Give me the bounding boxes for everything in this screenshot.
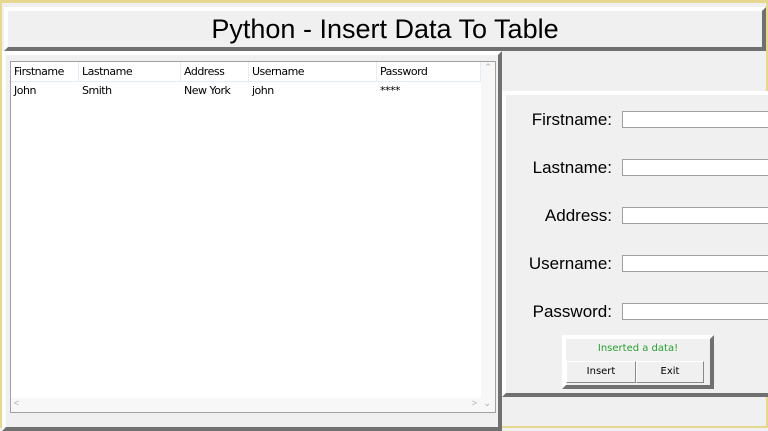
password-label: Password: <box>532 302 612 321</box>
form-frame: Firstname: Lastname: Address: Username: … <box>502 91 768 397</box>
title-banner: Python - Insert Data To Table <box>4 7 766 51</box>
column-header[interactable]: Firstname <box>11 62 79 81</box>
password-input[interactable] <box>622 303 768 320</box>
lastname-input[interactable] <box>622 159 768 176</box>
horizontal-scrollbar[interactable]: < > ⌄ <box>11 398 495 412</box>
scroll-up-icon[interactable]: ⌃ <box>484 62 492 72</box>
column-header[interactable]: Password <box>377 62 481 81</box>
lastname-label: Lastname: <box>532 158 612 177</box>
username-label: Username: <box>528 254 612 273</box>
scroll-right-icon[interactable]: > <box>472 398 477 408</box>
vertical-scrollbar[interactable]: ⌃ <box>481 62 495 412</box>
column-header[interactable]: Address <box>181 62 249 81</box>
cell: New York <box>184 84 231 97</box>
username-input[interactable] <box>622 255 768 272</box>
column-header[interactable]: Lastname <box>79 62 181 81</box>
status-message: Inserted a data! <box>597 343 679 354</box>
data-table[interactable]: Firstname Lastname Address Username Pass… <box>10 61 496 413</box>
cell: John <box>14 84 36 97</box>
table-frame: Firstname Lastname Address Username Pass… <box>2 51 502 431</box>
firstname-input[interactable] <box>622 111 768 128</box>
insert-button[interactable]: Insert <box>566 361 636 383</box>
address-label: Address: <box>544 206 612 225</box>
cell: john <box>252 84 274 97</box>
table-header: Firstname Lastname Address Username Pass… <box>11 62 495 82</box>
scroll-left-icon[interactable]: < <box>14 398 19 408</box>
scroll-down-icon[interactable]: ⌄ <box>483 398 491 409</box>
button-frame: Inserted a data! Insert Exit <box>562 335 714 389</box>
firstname-label: Firstname: <box>531 110 612 129</box>
cell: **** <box>380 84 401 97</box>
exit-button[interactable]: Exit <box>636 361 704 383</box>
cell: Smith <box>82 84 112 97</box>
table-row[interactable]: John Smith New York john **** <box>11 82 495 100</box>
address-input[interactable] <box>622 207 768 224</box>
column-header[interactable]: Username <box>249 62 377 81</box>
